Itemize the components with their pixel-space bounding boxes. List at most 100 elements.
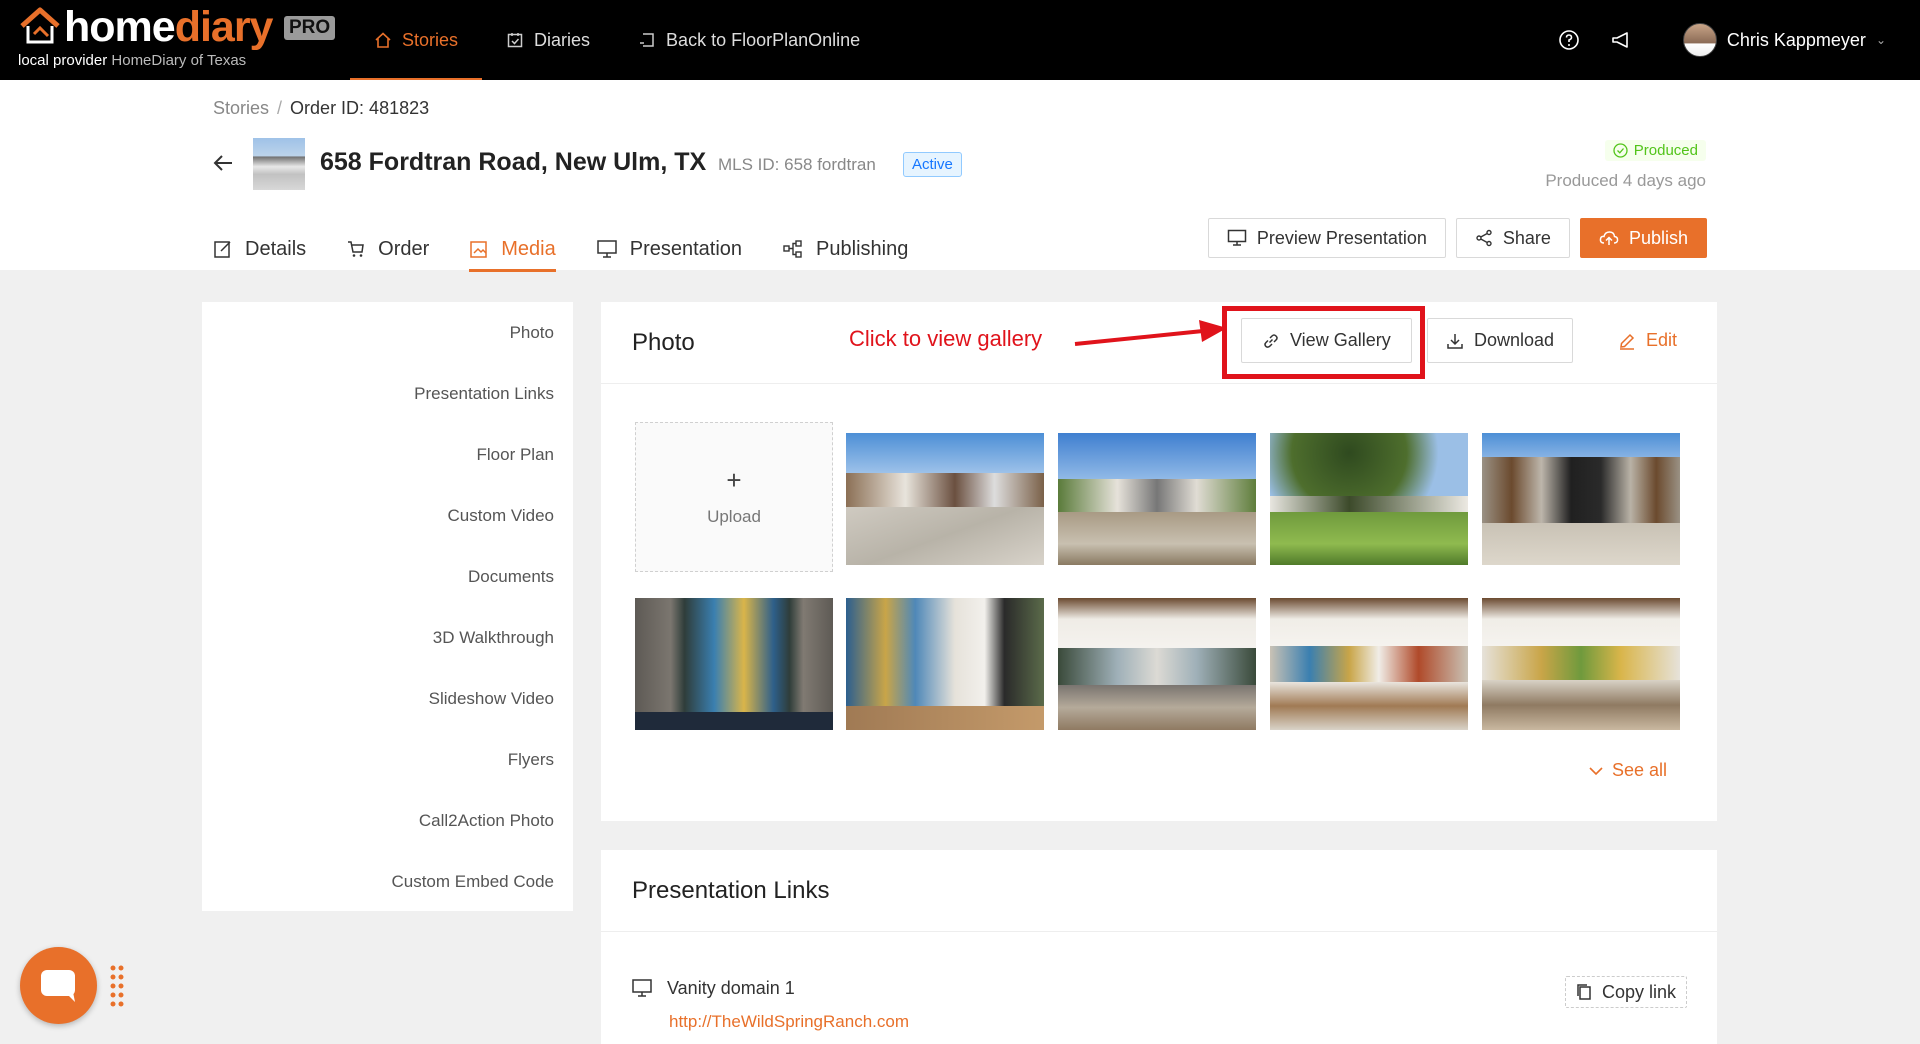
sidebar-item-floor-plan[interactable]: Floor Plan [202, 424, 573, 485]
tab-presentation-label: Presentation [629, 237, 743, 260]
photo-thumbnail[interactable] [1270, 598, 1468, 730]
plus-icon: + [726, 465, 742, 495]
provider-name: HomeDiary of Texas [111, 52, 247, 69]
preview-presentation-button[interactable]: Preview Presentation [1207, 218, 1446, 258]
monitor-icon [632, 979, 652, 997]
help-button[interactable] [1543, 0, 1595, 80]
chat-widget-button[interactable] [20, 947, 97, 1024]
photo-section-title: Photo [632, 329, 695, 356]
breadcrumb-order: Order ID: 481823 [290, 98, 430, 118]
link-icon [1264, 333, 1278, 348]
view-gallery-label: View Gallery [1290, 330, 1391, 350]
photo-thumbnail[interactable] [1482, 433, 1680, 565]
top-navbar: homediary PRO local provider HomeDiary o… [0, 0, 1920, 80]
sidebar-item-documents[interactable]: Documents [202, 546, 573, 607]
copy-link-label: Copy link [1601, 981, 1676, 1002]
avatar [1682, 23, 1717, 57]
presentation-links-title: Presentation Links [632, 877, 830, 904]
photo-section: Photo Click to view gallery View Gallery… [601, 302, 1717, 821]
tab-order-label: Order [378, 237, 430, 260]
sidebar-item-call2action-photo[interactable]: Call2Action Photo [202, 790, 573, 851]
back-arrow-icon[interactable] [212, 152, 234, 174]
nav-back-label: Back to FloorPlanOnline [666, 29, 861, 50]
photo-thumbnail[interactable] [846, 598, 1044, 730]
sidebar-item-slideshow-video[interactable]: Slideshow Video [202, 668, 573, 729]
sidebar-item-flyers[interactable]: Flyers [202, 729, 573, 790]
provider-prefix: local provider [18, 52, 108, 69]
sidebar-item-custom-embed-code[interactable]: Custom Embed Code [202, 851, 573, 912]
photo-thumbnail[interactable] [1482, 598, 1680, 730]
media-sidebar: Photo Presentation Links Floor Plan Cust… [202, 302, 573, 911]
user-menu[interactable]: Chris Kappmeyer ⌄ [1682, 23, 1886, 57]
nav-diaries-label: Diaries [534, 29, 591, 50]
tab-order[interactable]: Order [346, 228, 429, 270]
photo-thumbnail[interactable] [846, 433, 1044, 565]
sidebar-item-custom-video[interactable]: Custom Video [202, 485, 573, 546]
photo-thumbnail[interactable] [635, 598, 833, 730]
photo-thumbnail[interactable] [1270, 433, 1468, 565]
monitor-icon [1227, 229, 1247, 246]
photo-thumbnail[interactable] [1058, 598, 1256, 730]
download-button[interactable]: Download [1427, 318, 1574, 363]
publish-button[interactable]: Publish [1579, 218, 1707, 258]
photo-section-header: Photo Click to view gallery View Gallery… [601, 302, 1717, 384]
see-all-label: See all [1611, 760, 1667, 780]
vanity-domain-link[interactable]: http://TheWildSpringRanch.com [669, 1012, 909, 1032]
nav-stories-label: Stories [402, 29, 459, 50]
main-nav: Stories Diaries Back to FloorPlanOnline [350, 0, 884, 80]
tab-media[interactable]: Media [469, 228, 557, 272]
back-square-icon [640, 33, 654, 47]
see-all-button[interactable]: See all [1588, 760, 1667, 781]
produced-badge: Produced [1604, 140, 1706, 161]
logo-house-icon [20, 7, 60, 44]
tab-publishing-label: Publishing [816, 237, 909, 260]
tab-publishing[interactable]: Publishing [782, 228, 908, 270]
breadcrumb-stories[interactable]: Stories [213, 98, 269, 118]
edit-button[interactable]: Edit [1606, 318, 1690, 363]
download-icon [1447, 333, 1463, 349]
download-label: Download [1474, 330, 1555, 350]
vanity-domain-name: Vanity domain 1 [667, 978, 795, 998]
cart-icon [348, 241, 365, 257]
header-actions: Preview Presentation Share Publish [1207, 218, 1707, 258]
homediary-logo[interactable]: homediary PRO local provider HomeDiary o… [18, 3, 338, 76]
tab-presentation[interactable]: Presentation [596, 228, 742, 270]
chevron-down-icon [1589, 766, 1603, 775]
local-provider: local provider HomeDiary of Texas [18, 52, 246, 69]
upload-button[interactable]: + Upload [635, 422, 833, 572]
publish-label: Publish [1628, 227, 1688, 248]
question-circle-icon [1559, 30, 1579, 50]
view-gallery-button[interactable]: View Gallery [1241, 318, 1412, 363]
sidebar-item-photo[interactable]: Photo [202, 302, 573, 363]
announcements-button[interactable] [1595, 0, 1647, 80]
sidebar-item-3d-walkthrough[interactable]: 3D Walkthrough [202, 607, 573, 668]
calendar-check-icon [507, 33, 523, 48]
chevron-down-icon: ⌄ [1875, 33, 1886, 47]
drag-handle-icon[interactable] [109, 964, 125, 1008]
photo-thumbnail[interactable] [1058, 433, 1256, 565]
property-thumbnail [253, 138, 305, 190]
tab-details-label: Details [245, 237, 307, 260]
home-icon [375, 32, 391, 48]
upload-label: Upload [707, 507, 761, 526]
annotation-text: Click to view gallery [849, 326, 1043, 351]
vanity-domain-row: Vanity domain 1 [631, 978, 795, 999]
pro-badge: PRO [284, 16, 336, 40]
sidebar-item-presentation-links[interactable]: Presentation Links [202, 363, 573, 424]
presentation-links-header: Presentation Links [601, 850, 1717, 932]
page-title: 658 Fordtran Road, New Ulm, TX [320, 148, 707, 176]
preview-label: Preview Presentation [1256, 227, 1427, 248]
status-badge: Active [903, 152, 962, 177]
tab-details[interactable]: Details [213, 228, 306, 270]
produced-status: Produced Produced 4 days ago [1506, 140, 1706, 191]
nav-stories[interactable]: Stories [350, 0, 483, 80]
chat-bubble-icon [40, 969, 75, 1002]
media-icon [470, 241, 488, 258]
produced-label: Produced [1633, 142, 1698, 159]
copy-link-button[interactable]: Copy link [1564, 976, 1687, 1008]
annotation-arrow-icon [1074, 320, 1227, 346]
nav-back-floorplan[interactable]: Back to FloorPlanOnline [614, 0, 884, 80]
nav-diaries[interactable]: Diaries [482, 0, 614, 80]
share-button[interactable]: Share [1455, 218, 1570, 258]
story-tabs: Details Order Media Presentation Publish… [213, 228, 948, 272]
